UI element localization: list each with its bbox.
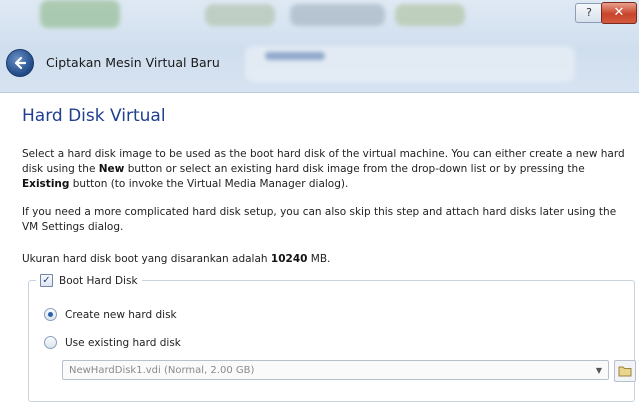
checkmark-icon: ✓: [40, 274, 53, 287]
open-media-manager-button[interactable]: [614, 360, 636, 382]
boot-hard-disk-label: Boot Hard Disk: [59, 274, 138, 287]
intro-text: Select a hard disk image to be used as t…: [22, 147, 628, 192]
new-keyword: New: [98, 163, 125, 175]
recommended-size-text: Ukuran hard disk boot yang disarankan ad…: [22, 252, 628, 267]
intro-text-part: button or select an existing hard disk i…: [124, 163, 585, 175]
chevron-down-icon: ▼: [595, 366, 603, 375]
recommended-size-value: 10240: [270, 253, 308, 265]
wizard-title: Ciptakan Mesin Virtual Baru: [46, 55, 220, 70]
blurred-background-shape: [265, 52, 325, 60]
existing-keyword: Existing: [22, 178, 70, 190]
help-button[interactable]: ?: [575, 3, 603, 23]
boot-hard-disk-checkbox[interactable]: ✓ Boot Hard Disk: [36, 274, 142, 287]
existing-disk-dropdown[interactable]: NewHardDisk1.vdi (Normal, 2.00 GB) ▼: [62, 360, 609, 380]
window-titlebar: ? ✕ Ciptakan Mesin Virtual Baru: [0, 0, 639, 93]
back-button[interactable]: [6, 49, 34, 77]
use-existing-disk-radio[interactable]: Use existing hard disk: [44, 336, 181, 349]
back-arrow-icon: [14, 56, 27, 70]
intro-text-part: button (to invoke the Virtual Media Mana…: [69, 178, 349, 190]
folder-icon: [618, 366, 632, 377]
create-new-disk-radio[interactable]: Create new hard disk: [44, 308, 177, 321]
recommended-size-unit: MB.: [307, 253, 331, 265]
page-title: Hard Disk Virtual: [22, 106, 166, 126]
close-button[interactable]: ✕: [601, 2, 637, 24]
blurred-background-shape: [290, 4, 385, 26]
create-new-disk-label: Create new hard disk: [65, 308, 177, 321]
blurred-background-shape: [40, 0, 120, 28]
use-existing-disk-label: Use existing hard disk: [65, 336, 181, 349]
radio-unselected-icon: [44, 336, 57, 349]
recommended-size-prefix: Ukuran hard disk boot yang disarankan ad…: [22, 253, 271, 265]
wizard-page: Hard Disk Virtual Select a hard disk ima…: [0, 92, 639, 402]
radio-selected-icon: [44, 308, 57, 321]
blurred-background-shape: [395, 4, 465, 26]
complex-setup-text: If you need a more complicated hard disk…: [22, 206, 617, 233]
existing-disk-value: NewHardDisk1.vdi (Normal, 2.00 GB): [69, 365, 255, 376]
blurred-background-shape: [205, 4, 275, 26]
